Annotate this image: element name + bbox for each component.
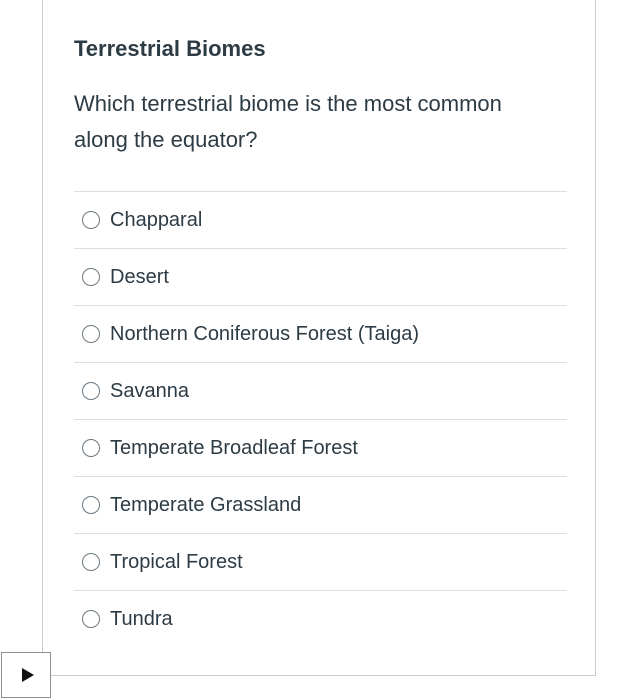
- answer-option-desert[interactable]: Desert: [74, 248, 567, 305]
- radio-button[interactable]: [82, 610, 100, 628]
- question-text: Which terrestrial biome is the most comm…: [74, 91, 502, 152]
- radio-button[interactable]: [82, 325, 100, 343]
- answer-option-temperate-broadleaf-forest[interactable]: Temperate Broadleaf Forest: [74, 419, 567, 476]
- answer-label: Tundra: [110, 607, 173, 630]
- radio-button[interactable]: [82, 553, 100, 571]
- answer-label: Chapparal: [110, 208, 203, 231]
- radio-button[interactable]: [82, 496, 100, 514]
- question-card: Terrestrial Biomes Which terrestrial bio…: [42, 0, 596, 676]
- play-button[interactable]: [1, 652, 51, 698]
- answer-list: Chapparal Desert Northern Coniferous For…: [74, 191, 567, 647]
- answer-label: Northern Coniferous Forest (Taiga): [110, 322, 420, 345]
- answer-option-tropical-forest[interactable]: Tropical Forest: [74, 533, 567, 590]
- answer-label: Temperate Broadleaf Forest: [110, 436, 358, 459]
- answer-option-chapparal[interactable]: Chapparal: [74, 191, 567, 248]
- question-title: Terrestrial Biomes: [74, 36, 266, 61]
- radio-button[interactable]: [82, 439, 100, 457]
- answer-label: Tropical Forest: [110, 550, 243, 573]
- play-icon: [21, 668, 34, 682]
- answer-label: Temperate Grassland: [110, 493, 302, 516]
- radio-button[interactable]: [82, 382, 100, 400]
- radio-button[interactable]: [82, 211, 100, 229]
- answer-option-tundra[interactable]: Tundra: [74, 590, 567, 647]
- answer-label: Desert: [110, 265, 169, 288]
- answer-label: Savanna: [110, 379, 189, 402]
- answer-option-taiga[interactable]: Northern Coniferous Forest (Taiga): [74, 305, 567, 362]
- radio-button[interactable]: [82, 268, 100, 286]
- answer-option-temperate-grassland[interactable]: Temperate Grassland: [74, 476, 567, 533]
- answer-option-savanna[interactable]: Savanna: [74, 362, 567, 419]
